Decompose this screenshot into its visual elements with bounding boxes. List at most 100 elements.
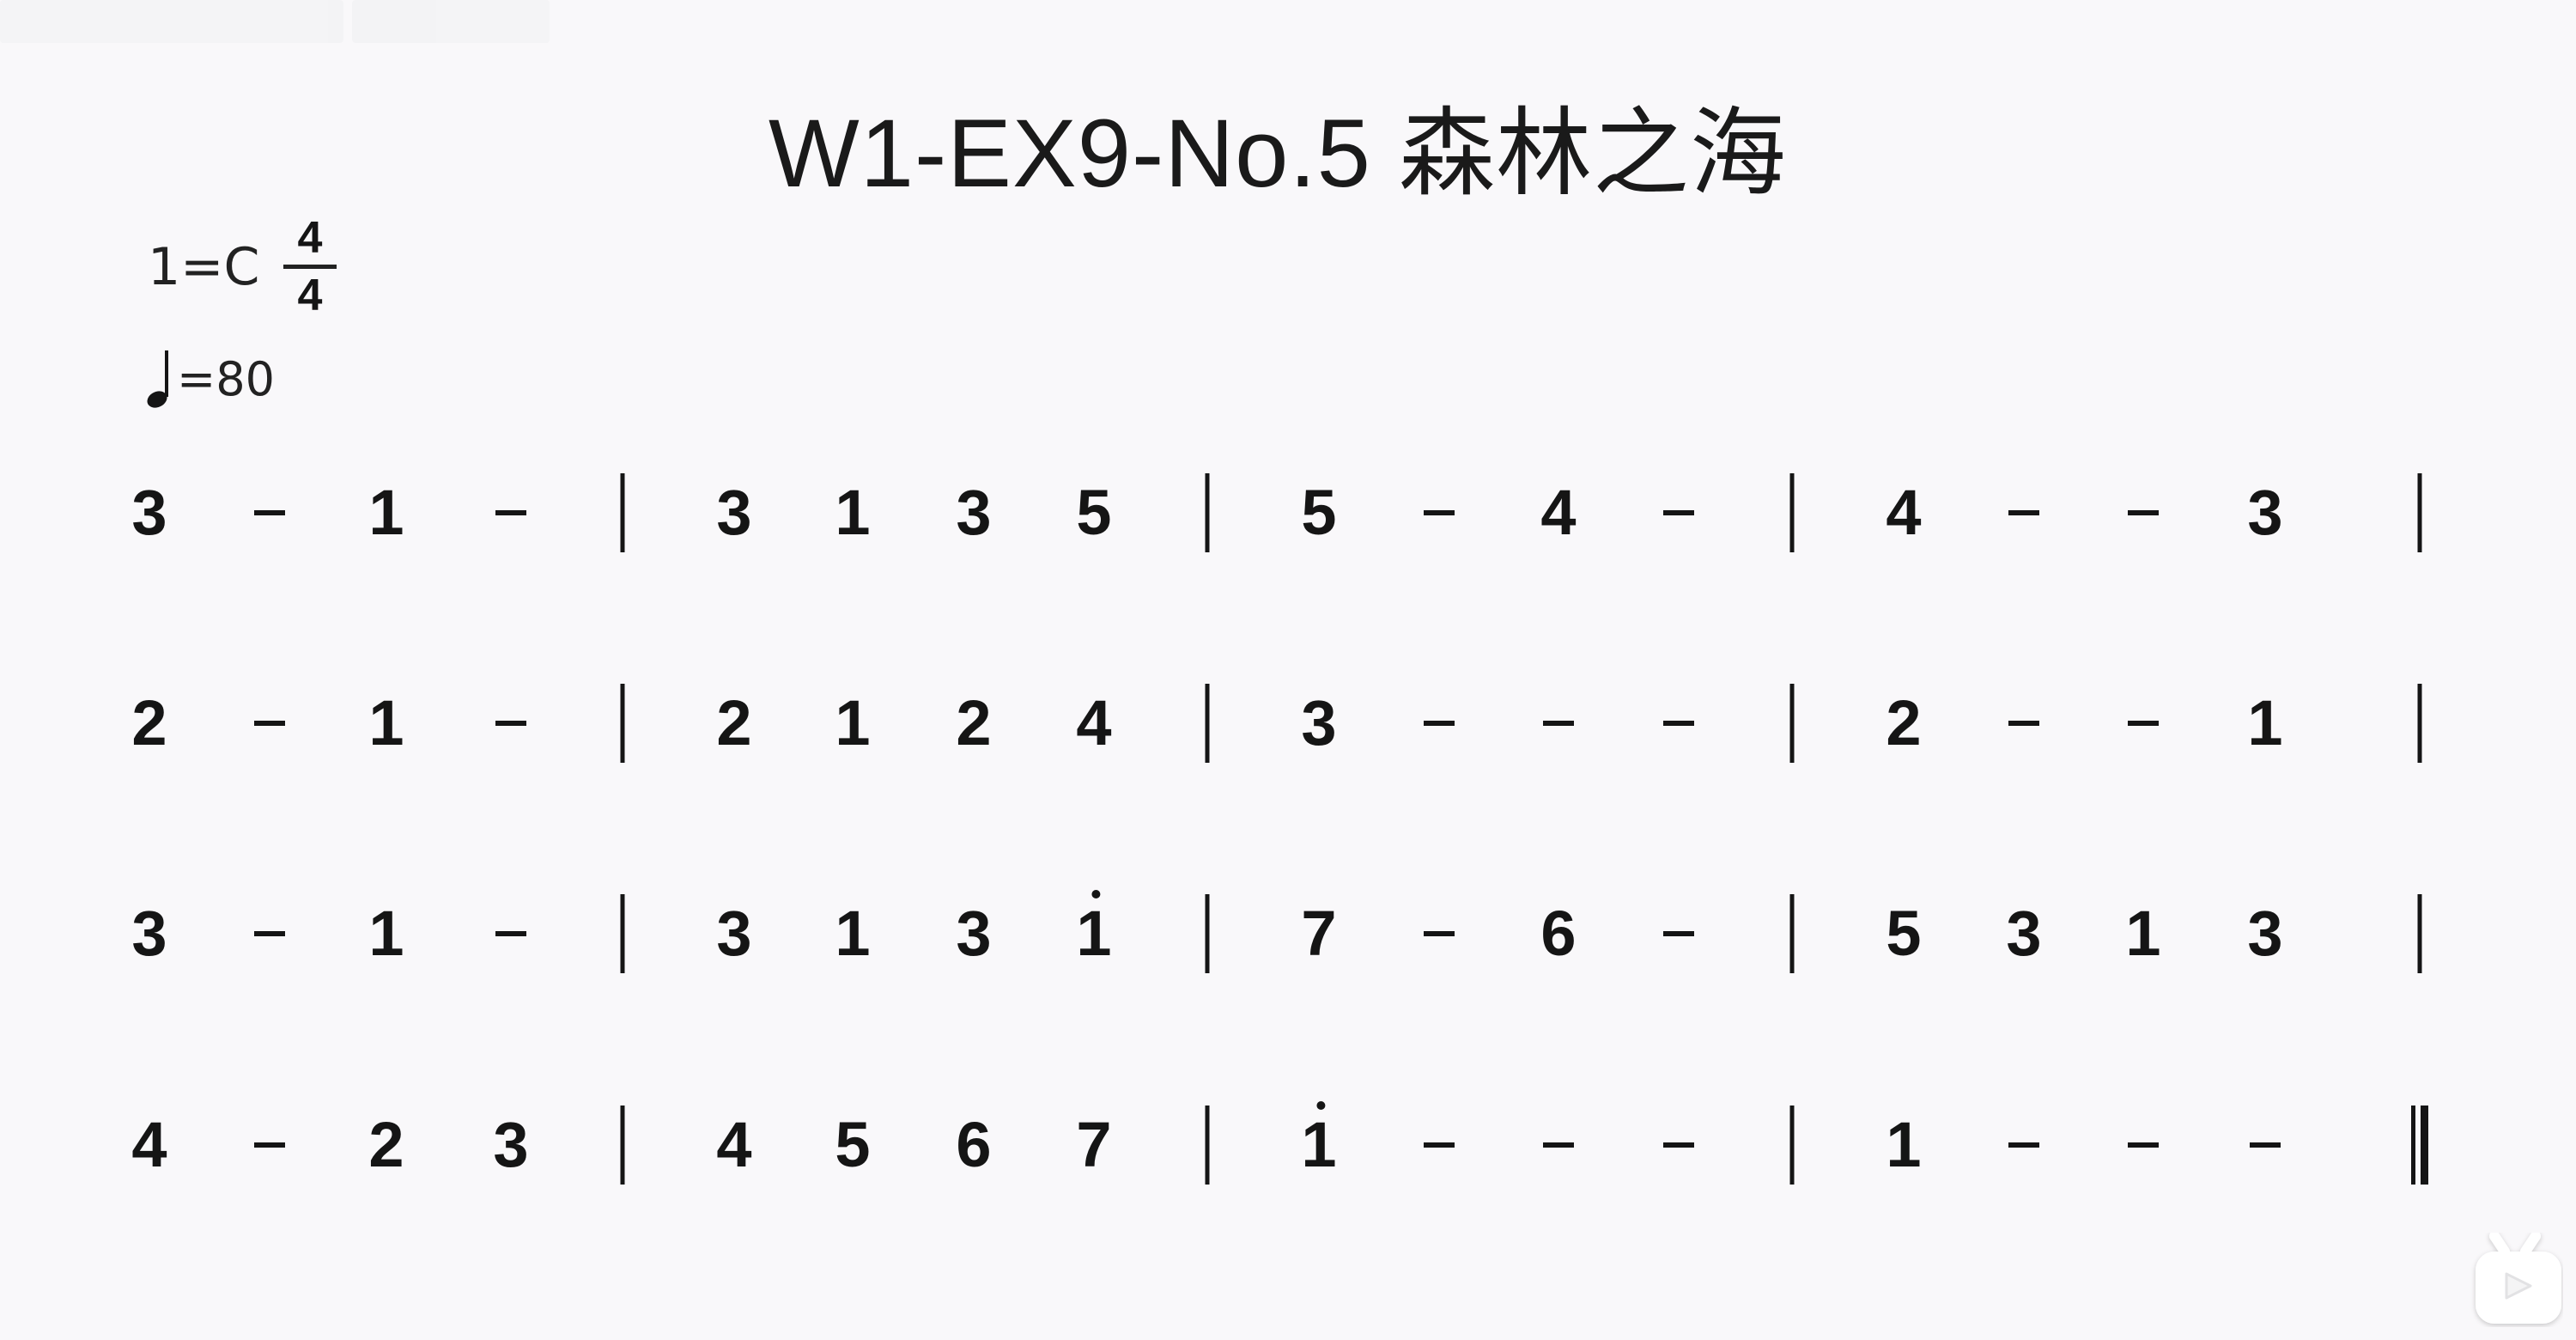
- note: 1: [368, 902, 404, 965]
- note: 1: [835, 902, 870, 965]
- note: 2: [131, 691, 167, 755]
- barline: [1789, 894, 1795, 973]
- note-digit: 1: [835, 898, 871, 969]
- note: 3: [131, 481, 167, 545]
- note: 4: [1540, 481, 1576, 545]
- note-digit: 3: [716, 898, 752, 969]
- note-digit: 3: [131, 477, 167, 548]
- note-digit: 4: [716, 1109, 752, 1180]
- quarter-note-icon: [147, 350, 168, 408]
- note: 3: [956, 481, 991, 545]
- high-octave-note: 1: [1301, 1101, 1337, 1177]
- note-digit: 5: [1076, 477, 1112, 548]
- note-digit: 4: [1886, 477, 1922, 548]
- time-signature: 4 4: [283, 211, 337, 322]
- note-digit: 5: [1886, 898, 1922, 969]
- note-digit: 7: [1076, 1109, 1112, 1180]
- note-digit: 1: [2125, 898, 2161, 969]
- note-digit: 1: [835, 687, 871, 758]
- note: 3: [493, 1113, 528, 1177]
- sustain-dash: [1543, 1142, 1574, 1148]
- note: 7: [1076, 1113, 1111, 1177]
- barline: [620, 473, 625, 552]
- note: 2: [716, 691, 751, 755]
- barline: [2417, 894, 2422, 973]
- sustain-dash: [254, 510, 285, 515]
- sustain-dash: [1424, 931, 1455, 936]
- tempo-value: =80: [177, 351, 275, 406]
- note: 5: [1886, 902, 1921, 965]
- note-digit: 3: [2006, 898, 2042, 969]
- sustain-dash: [1663, 1142, 1694, 1148]
- note: 5: [835, 1113, 870, 1177]
- note-digit: 2: [131, 687, 167, 758]
- note-digit: 3: [2247, 477, 2283, 548]
- note: 1: [2247, 691, 2282, 755]
- sustain-dash: [254, 1142, 285, 1148]
- note: 6: [1540, 902, 1576, 965]
- sustain-dash: [495, 931, 526, 936]
- high-octave-note: 1: [1076, 890, 1112, 965]
- sustain-dash: [2008, 721, 2039, 726]
- note-digit: 4: [1076, 687, 1112, 758]
- sustain-dash: [254, 721, 285, 726]
- barline: [1205, 1106, 1210, 1185]
- barline: [620, 894, 625, 973]
- note: 4: [131, 1113, 167, 1177]
- note-digit: 3: [956, 898, 992, 969]
- sustain-dash: [254, 931, 285, 936]
- barline: [1789, 684, 1795, 763]
- note-digit: 3: [956, 477, 992, 548]
- note: 3: [1301, 691, 1336, 755]
- time-signature-bottom: 4: [297, 271, 323, 320]
- note-digit: 2: [716, 687, 752, 758]
- final-barline: [2411, 1106, 2428, 1185]
- sustain-dash: [1663, 510, 1694, 515]
- note: 3: [2247, 481, 2282, 545]
- barline: [2417, 473, 2422, 552]
- note: 5: [1301, 481, 1336, 545]
- note-digit: 1: [368, 687, 404, 758]
- sustain-dash: [1543, 721, 1574, 726]
- sustain-dash: [495, 721, 526, 726]
- barline: [2417, 684, 2422, 763]
- note-digit: 6: [956, 1109, 992, 1180]
- barline: [1205, 894, 1210, 973]
- note: 3: [2006, 902, 2041, 965]
- note: 6: [956, 1113, 991, 1177]
- note: 1: [835, 691, 870, 755]
- sustain-dash: [2128, 721, 2159, 726]
- key-signature: 1=C: [148, 237, 260, 297]
- note-digit: 7: [1301, 898, 1337, 969]
- sustain-dash: [1424, 1142, 1455, 1148]
- barline: [1205, 684, 1210, 763]
- note-digit: 1: [368, 898, 404, 969]
- sustain-dash: [1424, 510, 1455, 515]
- note: 3: [131, 902, 167, 965]
- note-digit: 1: [2247, 687, 2283, 758]
- bilibili-tv-icon: [2476, 1233, 2561, 1324]
- note: 1: [368, 481, 404, 545]
- barline: [1789, 1106, 1795, 1185]
- tempo-marking: =80: [143, 349, 275, 409]
- note: 2: [956, 691, 991, 755]
- sustain-dash: [1663, 931, 1694, 936]
- note-digit: 2: [956, 687, 992, 758]
- note-digit: 2: [368, 1109, 404, 1180]
- note: 3: [2247, 902, 2282, 965]
- barline: [1205, 473, 1210, 552]
- note-digit: 4: [131, 1109, 167, 1180]
- note: 7: [1301, 902, 1336, 965]
- note-digit: 5: [1301, 477, 1337, 548]
- note: 3: [716, 481, 751, 545]
- note-digit: 6: [1540, 898, 1577, 969]
- barline: [1789, 473, 1795, 552]
- sustain-dash: [1424, 721, 1455, 726]
- sustain-dash: [2008, 510, 2039, 515]
- note-digit: 2: [1886, 687, 1922, 758]
- note: 4: [1886, 481, 1921, 545]
- sustain-dash: [2250, 1142, 2281, 1148]
- watermark: [0, 0, 550, 48]
- octave-dot: [1091, 890, 1100, 898]
- score-title: W1-EX9-No.5 森林之海: [769, 100, 1787, 207]
